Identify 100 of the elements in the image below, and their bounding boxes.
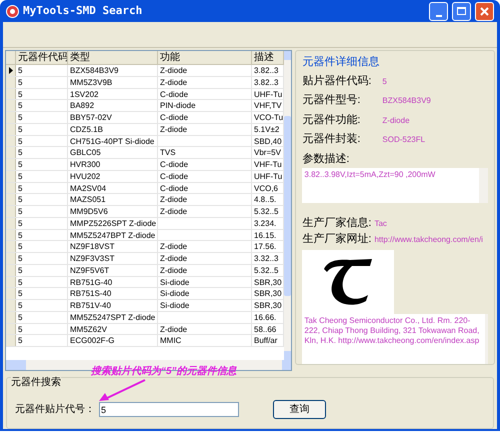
table-cell: C-diode — [158, 170, 252, 182]
minimize-button[interactable] — [429, 2, 448, 20]
table-cell: 5 — [16, 170, 68, 182]
table-cell: 1SV202 — [68, 88, 158, 100]
table-cell: 5 — [16, 124, 68, 134]
table-cell: 5 — [16, 112, 68, 123]
table-cell: Si-diode — [158, 276, 252, 288]
annotation-arrow — [97, 378, 147, 402]
table-cell: 5 — [16, 335, 68, 346]
table-cell: MMIC — [158, 335, 252, 346]
table-cell: NZ9F18VST — [68, 241, 158, 252]
website-link[interactable]: http://www.takcheong.com/en/i — [374, 234, 483, 246]
table-cell: Z-diode — [158, 76, 252, 88]
table-cell: 5 — [16, 288, 68, 299]
field-label: 元器件封装: — [302, 132, 362, 147]
table-cell: C-diode — [158, 182, 252, 194]
table-cell: TVS — [158, 147, 252, 158]
table-cell: BA892 — [68, 100, 158, 111]
description-text: 3.82..3.98V,Izt=5mA,Zzt=90 ,200mW — [303, 169, 436, 181]
table-cell: Si-diode — [158, 300, 252, 311]
table-cell: 5 — [16, 230, 68, 240]
field-value: Z-diode — [382, 114, 410, 126]
table-cell: Z-diode — [158, 206, 252, 217]
search-input[interactable]: 5 — [99, 402, 239, 417]
field-value: SOD-523FL — [382, 134, 426, 146]
table-cell: Z-diode — [158, 65, 252, 76]
table-cell: MAZS051 — [68, 194, 158, 205]
table-cell: 5 — [16, 206, 68, 217]
window-title: MyTools-SMD Search — [23, 2, 144, 19]
table-cell: GBLC05 — [68, 147, 158, 158]
field-label: 参数描述: — [302, 152, 350, 166]
table-cell: NZ9F5V6T — [68, 264, 158, 276]
table-cell: MMPZ5226SPT Z-diode — [68, 218, 158, 228]
close-button[interactable] — [475, 2, 494, 20]
field-label: 元器件贴片代号： — [15, 402, 96, 417]
annotation-text: 搜索贴片代码为“5”的元器件信息 — [91, 364, 237, 379]
table-cell: 5 — [16, 241, 68, 252]
table-cell: 5 — [16, 264, 68, 276]
field-label: 贴片器件代码: — [302, 74, 372, 88]
table-cell: MM5Z5247BPT Z-diode — [68, 230, 158, 240]
table-cell: 5 — [16, 300, 68, 311]
table-cell: 5 — [16, 100, 68, 111]
close-icon — [480, 6, 489, 16]
table-cell: MM5Z5247SPT Z-diode — [68, 312, 158, 322]
table-cell: BBY57-02V — [68, 112, 158, 123]
field-value: BZX584B3V9 — [382, 95, 431, 107]
table-cell: 5 — [16, 312, 68, 322]
field-label: 生产厂家信息: — [302, 216, 372, 231]
vertical-scrollbar[interactable] — [284, 51, 292, 360]
field-label: 元器件功能: — [302, 112, 362, 128]
field-label: 元器件型号: — [302, 93, 362, 108]
table-cell: RB751V-40 — [68, 300, 158, 311]
table-cell: 5 — [16, 276, 68, 288]
table-cell: Si-diode — [158, 288, 252, 299]
table-cell: RB751S-40 — [68, 288, 158, 299]
table-cell: Z-diode — [158, 241, 252, 252]
table-cell: MM5Z3V9B — [68, 76, 158, 88]
column-header[interactable]: 功能 — [158, 51, 252, 64]
table-cell: 5 — [16, 324, 68, 334]
description-textbox[interactable]: 3.82..3.98V,Izt=5mA,Zzt=90 ,200mW — [302, 168, 488, 203]
table-cell: 5 — [16, 253, 68, 264]
maximize-button[interactable] — [452, 2, 471, 20]
table-cell: MA2SV04 — [68, 182, 158, 194]
table-cell: 5 — [16, 159, 68, 170]
column-header[interactable]: 类型 — [68, 51, 158, 64]
table-cell: PIN-diode — [158, 100, 252, 111]
table-cell: NZ9F3V3ST — [68, 253, 158, 264]
field-value: Tac — [374, 218, 387, 230]
table-cell: 5 — [16, 76, 68, 88]
row-header[interactable] — [6, 65, 16, 76]
current-row-icon — [8, 66, 12, 74]
table-cell: CDZ5.1B — [68, 124, 158, 134]
table-cell: Z-diode — [158, 124, 252, 134]
table-cell: C-diode — [158, 112, 252, 123]
table-cell: MM9D5V6 — [68, 206, 158, 217]
table-cell: MM5Z62V — [68, 324, 158, 334]
field-label: 生产厂家网址: — [302, 232, 372, 248]
table-cell: ECG002F-G — [68, 335, 158, 346]
table-cell: BZX584B3V9 — [68, 65, 158, 76]
table-cell: 5 — [16, 136, 68, 146]
table-cell: C-diode — [158, 88, 252, 100]
table-cell: Z-diode — [158, 264, 252, 276]
address-textbox[interactable]: Tak Cheong Semiconductor Co., Ltd. Rm. 220-222, Chiap Thong Building, 321 Tokwawan Road, Kln, H.K. http://www.takcheong.com/en/index.asp — [302, 314, 488, 364]
table-cell: Z-diode — [158, 253, 252, 264]
table-cell: Z-diode — [158, 194, 252, 205]
app-icon — [6, 4, 19, 18]
table-cell: HVR300 — [68, 159, 158, 170]
table-cell: RB751G-40 — [68, 276, 158, 288]
table-cell: HVU202 — [68, 170, 158, 182]
table-cell: 5 — [16, 88, 68, 100]
table-cell: 5 — [16, 182, 68, 194]
table-cell: 5 — [16, 65, 68, 76]
table-cell: C-diode — [158, 159, 252, 170]
table-cell: 5 — [16, 194, 68, 205]
table-cell: 5 — [16, 147, 68, 158]
table-cell: CH751G-40PT Si-diode — [68, 136, 158, 146]
table-cell: 5 — [16, 218, 68, 228]
search-button[interactable]: 查询 — [273, 400, 326, 419]
field-value: 5 — [382, 76, 387, 88]
address-text: Tak Cheong Semiconductor Co., Ltd. Rm. 220-222, Chiap Thong Building, 321 Tokwawan Road, Kln, H.K. http://www.takcheong.com/en/index.asp — [303, 315, 480, 348]
